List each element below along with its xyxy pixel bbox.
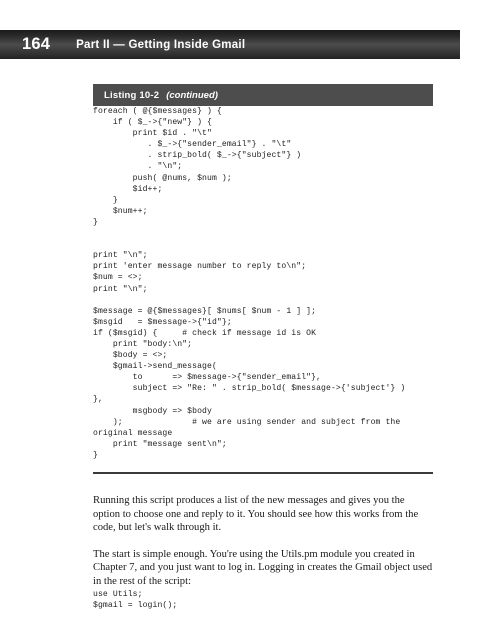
listing-end-rule <box>93 472 433 474</box>
book-page: 164 Part II — Getting Inside Gmail Listi… <box>0 0 500 627</box>
code-use-utils: use Utils; <box>93 589 143 599</box>
body-paragraph-2: The start is simple enough. You're using… <box>93 548 433 587</box>
code-gmail-login: $gmail = login(); <box>93 600 178 610</box>
listing-label: Listing 10-2 <box>104 89 160 101</box>
listing-continued-note: (continued) <box>166 89 218 101</box>
body-paragraph-1: Running this script produces a list of t… <box>93 495 419 534</box>
page-content: Listing 10-2 (continued) foreach ( @{$me… <box>93 84 433 611</box>
running-head-title: Part II — Getting Inside Gmail <box>76 38 246 51</box>
page-number: 164 <box>22 35 51 53</box>
listing-caption-bar: Listing 10-2 (continued) <box>93 84 433 106</box>
code-listing: foreach ( @{$messages} ) { if ( $_->{"ne… <box>93 107 406 460</box>
running-head-bar: 164 Part II — Getting Inside Gmail <box>0 30 460 59</box>
